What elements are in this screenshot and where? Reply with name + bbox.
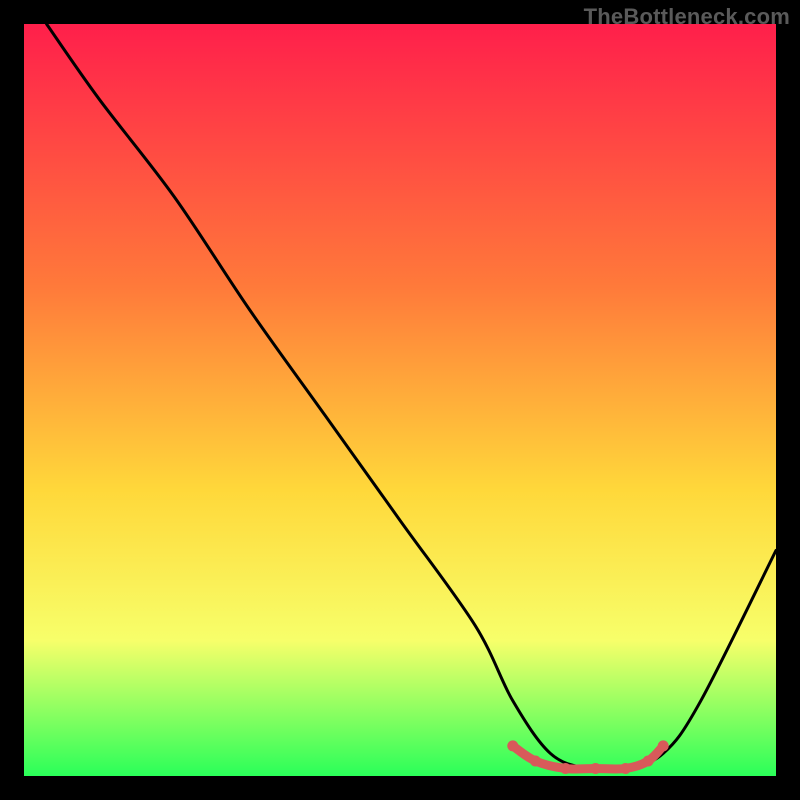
optimal-dot [507, 740, 518, 751]
plot-area [24, 24, 776, 776]
bottleneck-chart [24, 24, 776, 776]
optimal-dot [620, 763, 631, 774]
optimal-dot [530, 755, 541, 766]
optimal-dot [658, 740, 669, 751]
optimal-dot [590, 763, 601, 774]
optimal-dot [643, 755, 654, 766]
gradient-background [24, 24, 776, 776]
watermark-label: TheBottleneck.com [584, 4, 790, 30]
optimal-dot [560, 763, 571, 774]
chart-frame: TheBottleneck.com [0, 0, 800, 800]
